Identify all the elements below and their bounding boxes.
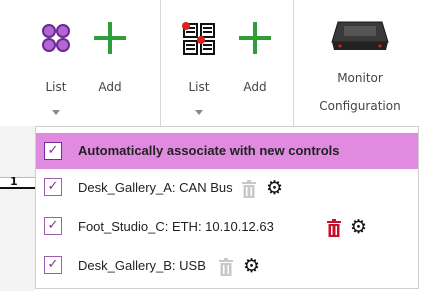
- ribbon-toolbar: List Add List Add Monitor Configuration: [0, 0, 422, 126]
- monitor-label: Monitor: [337, 71, 383, 85]
- menu-item-auto-associate[interactable]: ✓ Automatically associate with new contr…: [36, 133, 418, 169]
- gear-icon[interactable]: ⚙: [266, 179, 283, 198]
- list-label-2: List: [188, 80, 210, 94]
- menu-item-controller[interactable]: ✓ Desk_Gallery_A: CAN Bus ⚙: [36, 170, 418, 208]
- monitor-configuration-button[interactable]: Monitor Configuration: [302, 18, 418, 122]
- menu-item-controller[interactable]: ✓ Desk_Gallery_B: USB ⚙: [36, 248, 418, 286]
- add-button-1[interactable]: Add: [88, 22, 132, 102]
- list-button-2[interactable]: List: [177, 22, 221, 122]
- controller-label: Desk_Gallery_B: USB: [78, 258, 206, 273]
- controller-label: Desk_Gallery_A: CAN Bus: [78, 180, 233, 195]
- add-button-2[interactable]: Add: [233, 22, 277, 102]
- add-label-1: Add: [98, 80, 122, 94]
- circles-list-icon: [42, 24, 70, 52]
- plus-icon: [239, 22, 271, 54]
- trash-icon: [219, 258, 233, 276]
- grid-list-icon: [182, 22, 215, 55]
- gear-icon[interactable]: ⚙: [243, 257, 260, 276]
- ribbon-group-devices: List Add: [161, 0, 291, 126]
- menu-item-controller[interactable]: ✓ Foot_Studio_C: ETH: 10.10.12.63 ⚙: [36, 209, 418, 247]
- ribbon-separator: [293, 0, 294, 126]
- controller-checkbox[interactable]: ✓: [44, 256, 62, 274]
- trash-icon: [242, 180, 256, 198]
- ribbon-group-controllers: List Add: [0, 0, 145, 126]
- add-label-2: Add: [243, 80, 267, 94]
- chevron-down-icon: [195, 110, 203, 115]
- plus-icon: [94, 22, 126, 54]
- auto-associate-checkbox[interactable]: ✓: [44, 142, 62, 160]
- association-dropdown: ✓ Automatically associate with new contr…: [35, 126, 419, 289]
- list-label-1: List: [45, 80, 67, 94]
- controller-label: Foot_Studio_C: ETH: 10.10.12.63: [78, 219, 274, 234]
- controller-checkbox[interactable]: ✓: [44, 217, 62, 235]
- background-grid-area: 1: [0, 126, 35, 291]
- trash-icon[interactable]: [327, 219, 341, 237]
- monitor-device-icon: [331, 21, 389, 50]
- chevron-down-icon: [52, 110, 60, 115]
- row-number: 1: [10, 175, 18, 188]
- gear-icon[interactable]: ⚙: [350, 218, 367, 237]
- controller-checkbox[interactable]: ✓: [44, 178, 62, 196]
- background-row: 1: [0, 175, 35, 189]
- list-button-1[interactable]: List: [36, 22, 76, 122]
- configuration-label: Configuration: [319, 99, 401, 113]
- auto-associate-label: Automatically associate with new control…: [78, 143, 340, 158]
